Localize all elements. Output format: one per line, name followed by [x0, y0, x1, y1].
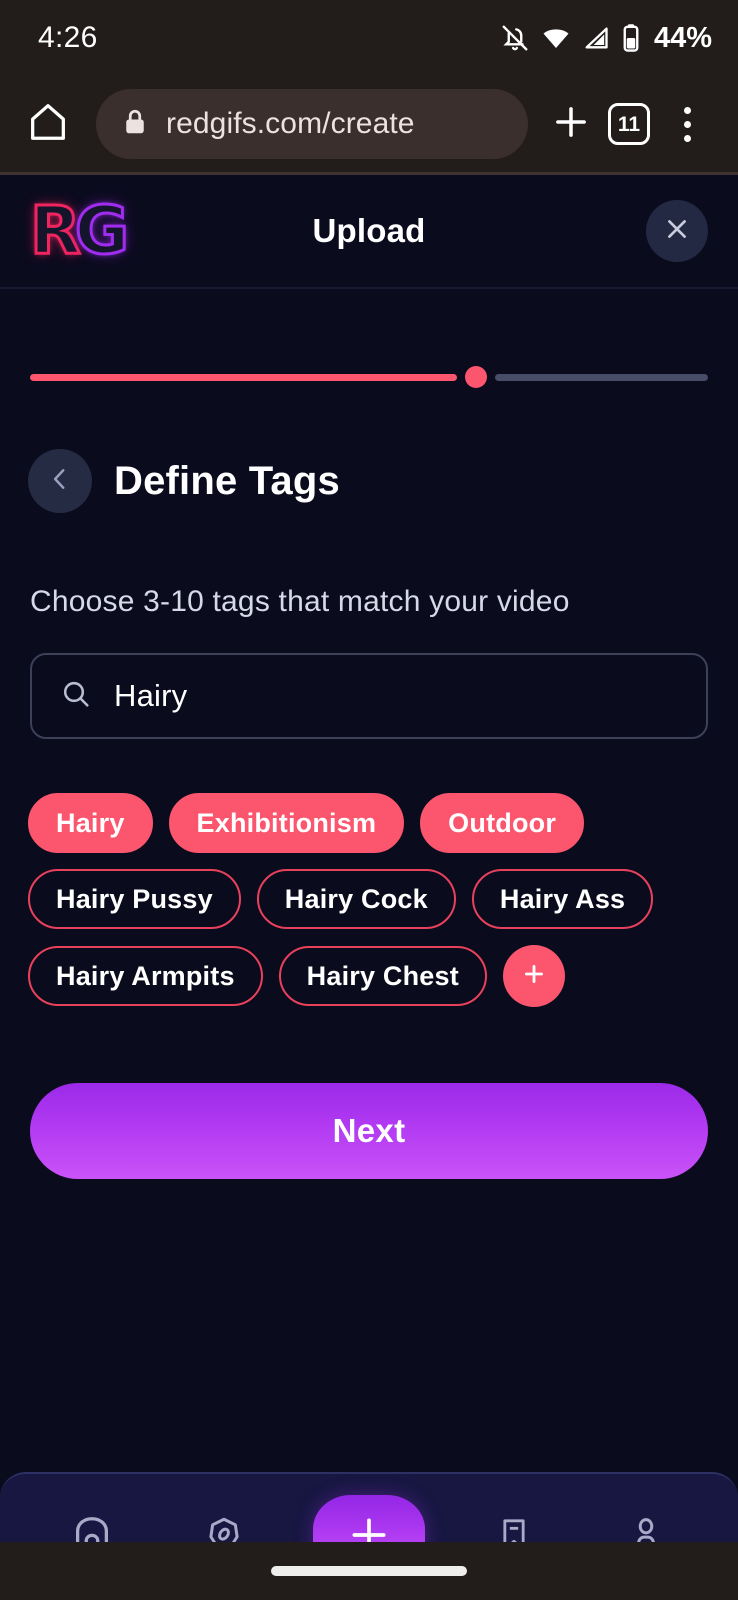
android-gesture-bar — [0, 1542, 738, 1600]
tab-switcher-button[interactable]: 11 — [600, 95, 658, 153]
status-time: 4:26 — [38, 21, 98, 54]
url-text: redgifs.com/create — [166, 107, 415, 140]
logo-letter-g: G — [73, 192, 130, 269]
battery-percent: 44% — [653, 21, 712, 54]
next-button[interactable]: Next — [30, 1083, 708, 1179]
tag-chip[interactable]: Hairy Armpits — [28, 946, 263, 1006]
tag-chip[interactable]: Outdoor — [420, 793, 585, 853]
close-upload-button[interactable] — [646, 200, 708, 262]
redgifs-logo[interactable]: RG — [29, 192, 131, 269]
plus-icon — [550, 101, 592, 148]
close-icon — [663, 215, 691, 248]
site-header: RG Upload — [0, 175, 738, 289]
tab-count-badge: 11 — [608, 103, 650, 145]
progress-track-remainder — [495, 373, 708, 381]
back-button[interactable] — [28, 449, 92, 513]
plus-icon — [521, 961, 547, 992]
lock-icon — [122, 107, 148, 142]
tag-chip-list: Hairy Exhibitionism Outdoor Hairy Pussy Hair… — [28, 793, 710, 1007]
chevron-left-icon — [47, 466, 73, 497]
tag-chip[interactable]: Hairy Ass — [471, 869, 654, 929]
web-page-content: RG Upload Define Tags Choose 3-10 tags t… — [0, 175, 738, 1600]
battery-icon — [621, 23, 641, 53]
step-header: Define Tags — [28, 449, 738, 513]
search-icon — [60, 678, 92, 715]
more-vertical-icon — [683, 106, 691, 142]
browser-menu-button[interactable] — [658, 95, 716, 153]
wifi-icon — [541, 23, 571, 53]
tag-search-input[interactable]: Hairy — [114, 678, 187, 714]
tag-chip[interactable]: Hairy Pussy — [28, 869, 241, 929]
phone-screen: 4:26 44% redgifs.com/create 11 R G Uploa… — [0, 0, 738, 1600]
browser-toolbar: redgifs.com/create 11 — [0, 76, 738, 172]
tag-chip[interactable]: Exhibitionism — [168, 793, 405, 853]
url-bar[interactable]: redgifs.com/create — [96, 89, 528, 159]
notifications-off-icon — [500, 23, 530, 53]
tag-chip[interactable]: Hairy Chest — [278, 946, 487, 1006]
progress-handle — [465, 366, 488, 388]
step-subtitle: Choose 3-10 tags that match your video — [30, 585, 570, 618]
gesture-pill[interactable] — [271, 1566, 467, 1576]
cellular-signal-icon — [582, 23, 610, 53]
tab-count-label: 11 — [617, 112, 641, 136]
home-icon — [25, 99, 71, 150]
browser-home-button[interactable] — [20, 96, 76, 152]
status-icon-group: 44% — [500, 22, 712, 55]
logo-letter-r: R — [29, 192, 83, 269]
add-custom-tag-button[interactable] — [502, 945, 565, 1007]
android-status-bar: 4:26 44% — [0, 0, 738, 76]
step-title: Define Tags — [114, 458, 340, 503]
tag-chip[interactable]: Hairy Cock — [256, 869, 456, 929]
tag-search-box[interactable]: Hairy — [30, 653, 708, 739]
new-tab-button[interactable] — [542, 95, 600, 153]
upload-progress-bar — [30, 366, 708, 388]
progress-fill — [30, 373, 458, 381]
tag-chip[interactable]: Hairy — [28, 793, 153, 853]
